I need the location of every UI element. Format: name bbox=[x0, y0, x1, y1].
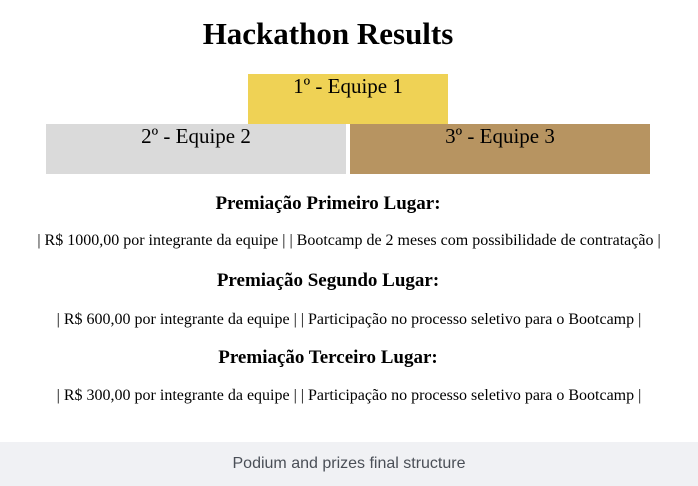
third-prize-details: | R$ 300,00 por integrante da equipe | |… bbox=[56, 387, 642, 404]
podium-second-place: 2º - Equipe 2 bbox=[46, 124, 346, 174]
first-prize-heading: Premiação Primeiro Lugar: bbox=[215, 193, 441, 214]
second-prize-heading: Premiação Segundo Lugar: bbox=[216, 270, 440, 291]
second-prize-details: | R$ 600,00 por integrante da equipe | |… bbox=[56, 311, 642, 328]
figure-caption: Podium and prizes final structure bbox=[0, 442, 698, 478]
podium-third-label: 3º - Equipe 3 bbox=[445, 124, 555, 148]
podium-first-label: 1º - Equipe 1 bbox=[293, 74, 403, 98]
third-prize-heading: Premiação Terceiro Lugar: bbox=[218, 347, 438, 368]
first-prize-details: | R$ 1000,00 por integrante da equipe | … bbox=[37, 232, 661, 249]
podium-second-label: 2º - Equipe 2 bbox=[141, 124, 251, 148]
page-title: Hackathon Results bbox=[202, 16, 454, 51]
results-page: Hackathon Results 1º - Equipe 1 2º - Equ… bbox=[0, 0, 698, 442]
podium-third-place: 3º - Equipe 3 bbox=[350, 124, 650, 174]
podium-first-place: 1º - Equipe 1 bbox=[248, 74, 448, 124]
